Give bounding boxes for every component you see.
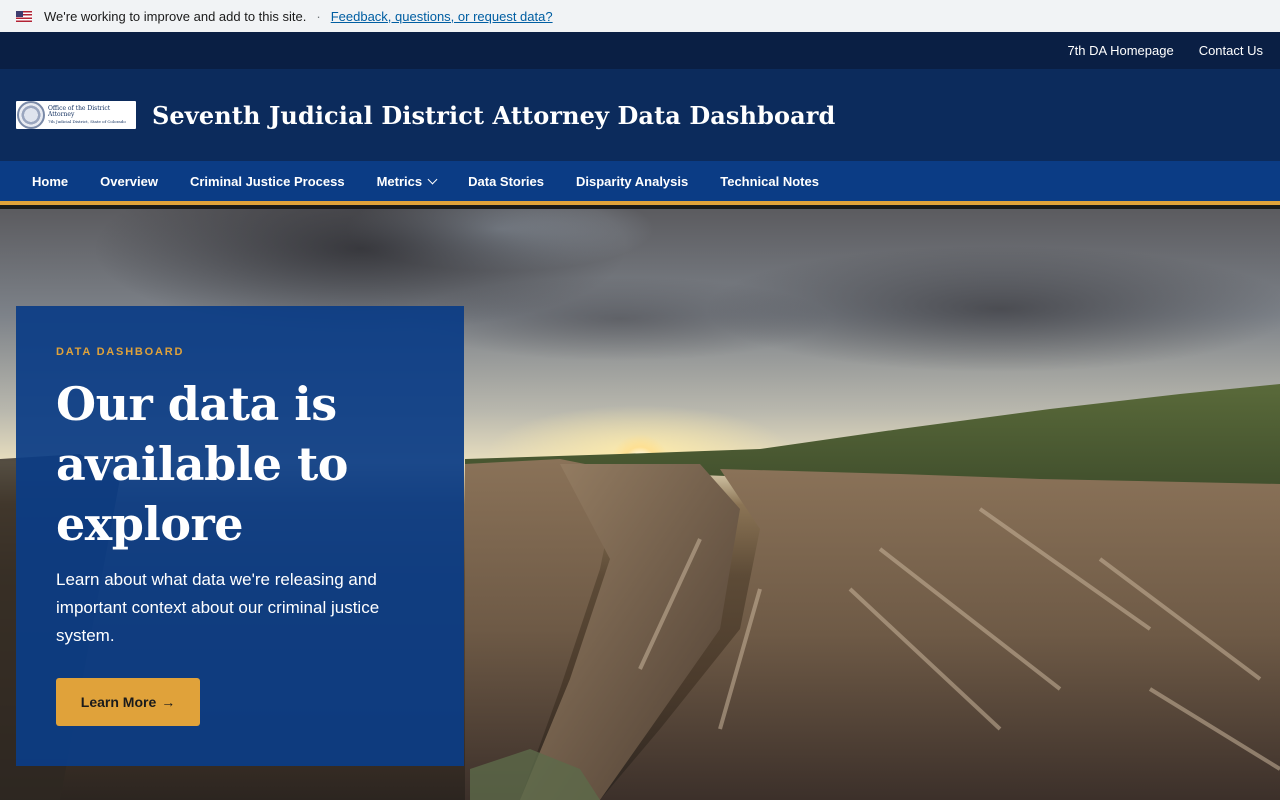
utility-nav: 7th DA Homepage Contact Us <box>0 32 1280 69</box>
nav-item-criminal-justice-process[interactable]: Criminal Justice Process <box>174 174 361 189</box>
learn-more-label: Learn More <box>80 694 157 710</box>
nav-label: Criminal Justice Process <box>189 173 345 189</box>
nav-label: Home <box>32 173 69 189</box>
seal-line-1: Office of the District Attorney <box>48 105 111 118</box>
nav-label: Technical Notes <box>720 173 819 189</box>
chevron-down-icon <box>427 174 438 184</box>
gov-banner: We're working to improve and add to this… <box>0 0 1280 32</box>
hero-title: Our data is available to explore <box>56 374 424 554</box>
hero-description: Learn about what data we're releasing an… <box>56 570 380 645</box>
nav-label: Disparity Analysis <box>576 173 689 189</box>
arrow-right-icon: → <box>161 694 176 710</box>
nav-item-metrics[interactable]: Metrics <box>361 174 453 189</box>
da-office-logo[interactable]: Office of the District Attorney 7th Judi… <box>16 101 136 129</box>
nav-item-data-stories[interactable]: Data Stories <box>452 174 560 189</box>
da-homepage-link[interactable]: 7th DA Homepage <box>1067 43 1173 58</box>
nav-item-disparity-analysis[interactable]: Disparity Analysis <box>560 174 704 189</box>
site-header: Office of the District Attorney 7th Judi… <box>0 69 1280 161</box>
site-title[interactable]: Seventh Judicial District Attorney Data … <box>152 101 835 130</box>
nav-item-home[interactable]: Home <box>16 174 84 189</box>
nav-label: Data Stories <box>468 173 544 189</box>
hero-card: DATA DASHBOARD Our data is available to … <box>16 306 464 766</box>
hero-title-line: Our data is <box>56 377 337 431</box>
nav-item-technical-notes[interactable]: Technical Notes <box>704 174 835 189</box>
nav-label: Metrics <box>376 173 423 189</box>
seal-text: Office of the District Attorney 7th Judi… <box>48 106 136 124</box>
nav-item-overview[interactable]: Overview <box>84 174 174 189</box>
banner-text: We're working to improve and add to this… <box>44 8 307 24</box>
nav-label: Overview <box>100 173 158 189</box>
hero-eyebrow: DATA DASHBOARD <box>56 346 185 358</box>
feedback-link[interactable]: Feedback, questions, or request data? <box>331 9 553 24</box>
hero-title-line: explore <box>56 497 244 551</box>
us-flag-icon <box>16 10 32 22</box>
hero-section: DATA DASHBOARD Our data is available to … <box>0 209 1280 800</box>
learn-more-button[interactable]: Learn More → <box>56 678 200 726</box>
seal-icon <box>17 101 45 129</box>
contact-us-link[interactable]: Contact Us <box>1199 43 1263 58</box>
banner-separator: · <box>316 8 321 24</box>
hero-title-line: available to <box>56 437 348 491</box>
seal-line-2: 7th Judicial District, State of Colorado <box>48 119 126 124</box>
main-nav: Home Overview Criminal Justice Process M… <box>0 161 1280 205</box>
